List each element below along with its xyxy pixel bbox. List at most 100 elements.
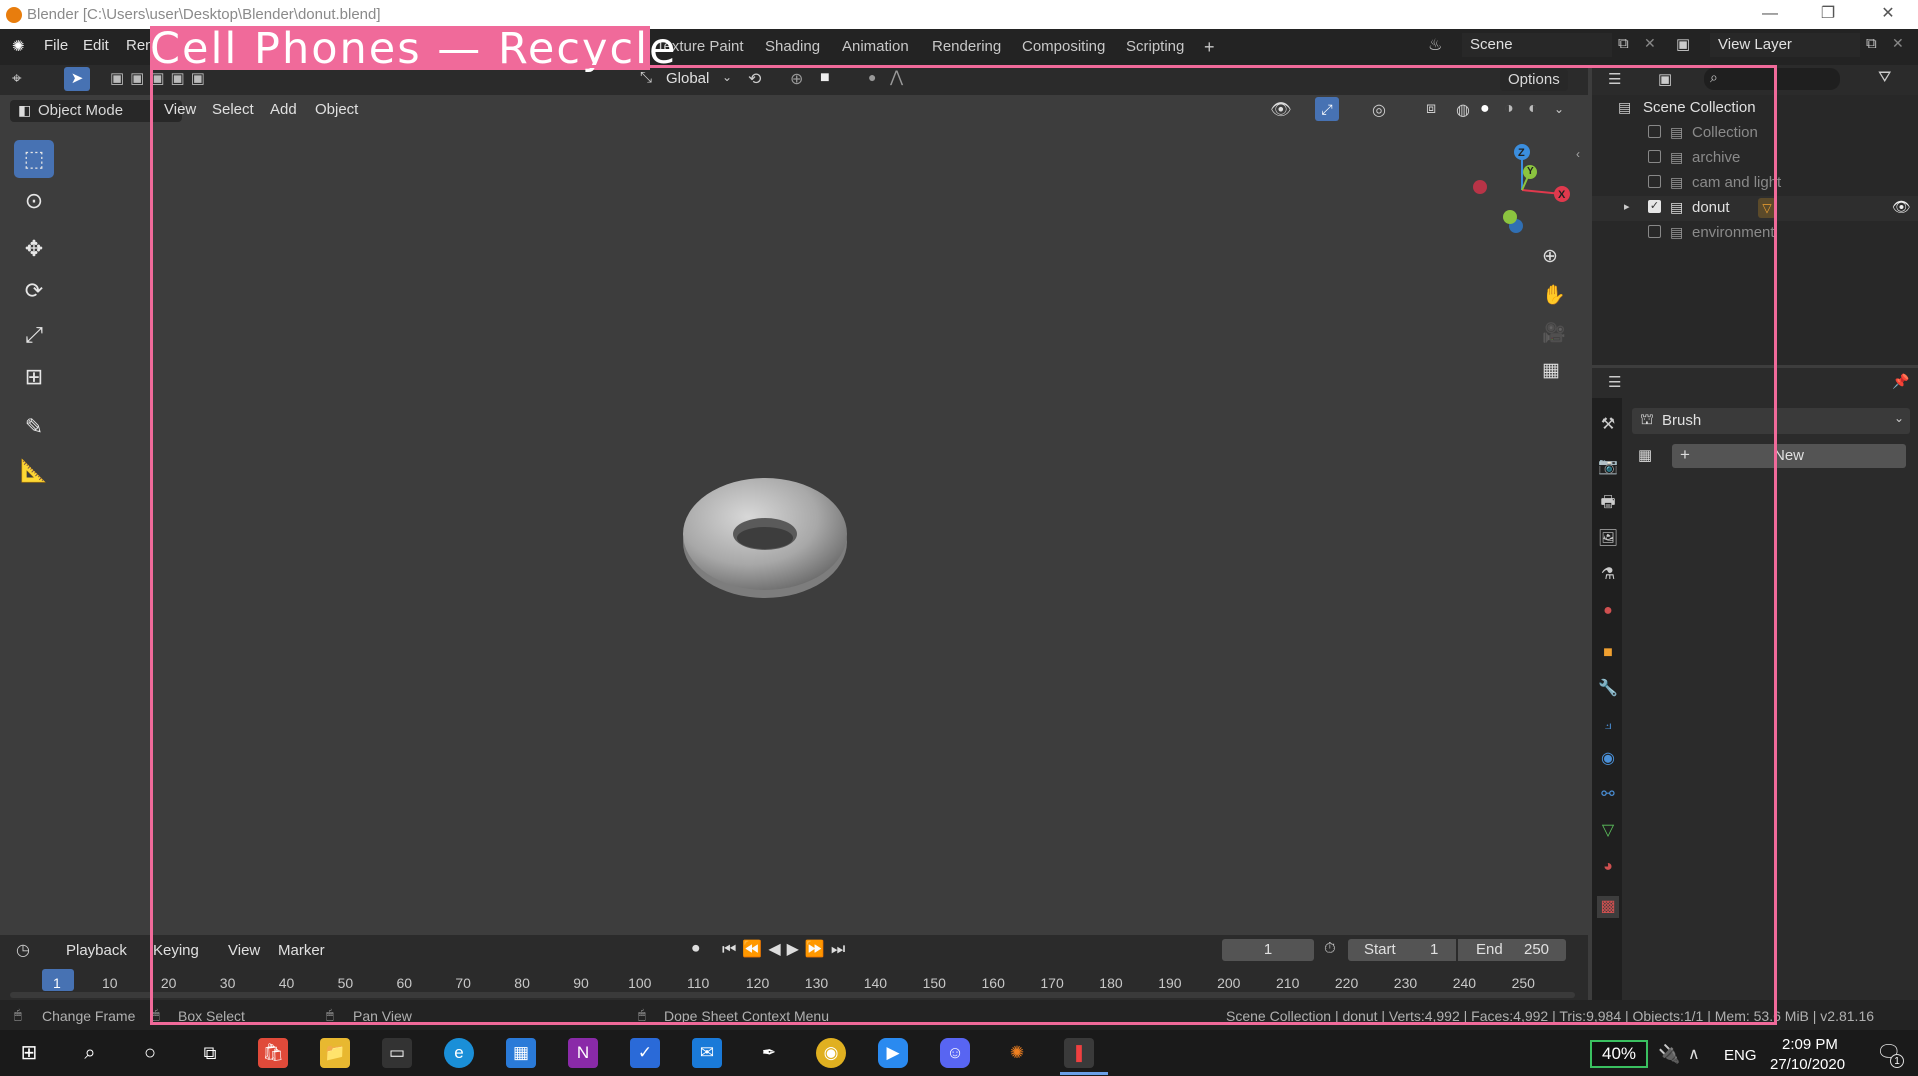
todo-icon[interactable]: ✓ — [630, 1038, 660, 1068]
select-tweak-icon[interactable]: ➤ — [64, 67, 90, 91]
perspective-toggle-icon[interactable]: ▦ — [1542, 359, 1560, 382]
outliner-search-input[interactable] — [1704, 68, 1840, 90]
pan-hand-icon[interactable]: ✋ — [1542, 283, 1566, 307]
falloff-icon[interactable]: ⋀ — [890, 67, 903, 87]
outliner-item-cam-and-light[interactable]: ▤ cam and light — [1592, 171, 1918, 196]
windows-start-icon[interactable]: ⊞ — [14, 1038, 44, 1068]
cursor-tool[interactable]: ⊙ — [14, 182, 54, 220]
gizmo-toggle-icon[interactable]: ⤢ — [1315, 97, 1339, 121]
clock-time[interactable]: 2:09 PM — [1782, 1036, 1838, 1053]
menu-edit[interactable]: Edit — [83, 37, 109, 54]
object-tab-icon[interactable]: ■ — [1597, 642, 1619, 664]
minimize-button[interactable]: — — [1748, 2, 1792, 26]
language-indicator[interactable]: ENG — [1724, 1047, 1757, 1064]
new-texture-button[interactable]: New — [1672, 444, 1906, 468]
rotate-tool[interactable]: ⟳ — [14, 272, 54, 310]
start-frame-field[interactable]: Start 1 — [1348, 939, 1456, 961]
outliner-editor-type-icon[interactable]: ☰ — [1608, 70, 1621, 88]
end-frame-field[interactable]: End 250 — [1458, 939, 1566, 961]
blender-taskbar-icon[interactable]: ✺ — [1002, 1038, 1032, 1068]
xray-toggle-icon[interactable]: ⧈ — [1426, 100, 1436, 118]
menu-file[interactable]: File — [44, 37, 68, 54]
exclude-checkbox[interactable] — [1648, 175, 1661, 188]
tab-compositing[interactable]: Compositing — [1016, 35, 1111, 59]
visibility-icon[interactable]: 👁 — [1270, 100, 1292, 120]
annotate-tool[interactable]: ✎ — [14, 408, 54, 446]
menu-playback[interactable]: Playback — [66, 942, 127, 959]
file-explorer-icon[interactable]: 📁 — [320, 1038, 350, 1068]
calendar-icon[interactable]: ▦ — [506, 1038, 536, 1068]
world-tab-icon[interactable]: ● — [1597, 600, 1619, 622]
render-tab-icon[interactable]: 📷 — [1597, 456, 1619, 478]
timeline-editor-type-icon[interactable]: ◷ — [16, 940, 30, 960]
close-button[interactable]: ✕ — [1866, 2, 1910, 26]
scale-tool[interactable]: ⤢ — [14, 316, 54, 354]
output-tab-icon[interactable]: 🖶 — [1597, 492, 1619, 514]
snap-icon[interactable]: ⊕ — [790, 69, 803, 89]
view-layer-field[interactable]: View Layer — [1710, 33, 1860, 57]
3d-viewport[interactable]: X Z Y ⊕ ✋ 🎥 ▦ ‹ — [0, 127, 1588, 930]
physics-tab-icon[interactable]: ◉ — [1597, 748, 1619, 770]
material-tab-icon[interactable]: ◕ — [1597, 856, 1619, 878]
material-shading-icon[interactable]: ◑ — [1504, 100, 1514, 118]
brush-selector[interactable]: ⛫ Brush ⌄ — [1632, 408, 1910, 434]
menu-add[interactable]: Add — [270, 101, 297, 118]
search-icon[interactable]: ⌕ — [75, 1038, 105, 1068]
data-tab-icon[interactable]: ▽ — [1597, 820, 1619, 842]
outliner-scene-collection[interactable]: ▤ Scene Collection — [1592, 96, 1918, 121]
store-icon[interactable]: 🛍 — [258, 1038, 288, 1068]
tool-tab-icon[interactable]: ⚒ — [1597, 414, 1619, 436]
edge-browser-icon[interactable]: e — [444, 1038, 474, 1068]
inkscape-icon[interactable]: ✒ — [754, 1038, 784, 1068]
outliner-item-collection[interactable]: ▤ Collection — [1592, 121, 1918, 146]
scene-selector-icon[interactable]: ♨ — [1428, 35, 1442, 55]
rendered-shading-icon[interactable]: ◐ — [1528, 100, 1538, 118]
timeline-scrollbar[interactable] — [10, 992, 1575, 998]
new-view-layer-icon[interactable]: ⧉ — [1866, 35, 1877, 52]
sidebar-collapse-icon[interactable]: ‹ — [1576, 147, 1580, 161]
menu-select[interactable]: Select — [212, 101, 254, 118]
particles-tab-icon[interactable]: ⟓ — [1597, 714, 1619, 736]
exclude-checkbox[interactable] — [1648, 150, 1661, 163]
wireframe-shading-icon[interactable]: ◍ — [1456, 100, 1470, 120]
tab-rendering[interactable]: Rendering — [926, 35, 1007, 59]
add-workspace-button[interactable]: + — [1198, 35, 1221, 59]
current-frame-field[interactable]: 1 — [1222, 939, 1314, 961]
filter-icon[interactable]: ⛛ — [1878, 69, 1891, 87]
modifier-tab-icon[interactable]: 🔧 — [1597, 678, 1619, 700]
constraints-tab-icon[interactable]: ⚯ — [1597, 784, 1619, 806]
scene-tab-icon[interactable]: ⚗ — [1597, 564, 1619, 586]
delete-view-layer-icon[interactable]: ✕ — [1892, 35, 1904, 52]
menu-keying[interactable]: Keying — [153, 942, 199, 959]
playback-controls[interactable]: ⏮⏪◀▶⏩⏭ — [722, 939, 851, 959]
menu-view[interactable]: View — [164, 101, 196, 118]
select-box-tool[interactable]: ⬚ — [14, 140, 54, 178]
menu-object[interactable]: Object — [315, 101, 358, 118]
eye-visibility-icon[interactable]: 👁 — [1892, 198, 1911, 216]
task-view-icon[interactable]: ⧉ — [195, 1038, 225, 1068]
donut-object[interactable] — [680, 472, 850, 602]
move-tool[interactable]: ✥ — [14, 230, 54, 268]
tab-scripting[interactable]: Scripting — [1120, 35, 1190, 59]
zoom-app-icon[interactable]: ▶ — [878, 1038, 908, 1068]
zoom-icon[interactable]: ⊕ — [1542, 245, 1558, 268]
overlay-toggle-icon[interactable]: ◎ — [1372, 100, 1386, 120]
camera-view-icon[interactable]: 🎥 — [1542, 321, 1566, 345]
discord-icon[interactable]: ☺ — [940, 1038, 970, 1068]
tray-chevron-up-icon[interactable]: ∧ — [1688, 1044, 1700, 1064]
restore-button[interactable]: ❐ — [1806, 2, 1850, 26]
editor-type-icon[interactable]: ⌖ — [12, 69, 22, 89]
mail-icon[interactable]: ✉ — [692, 1038, 722, 1068]
battery-indicator[interactable]: 40% — [1590, 1040, 1648, 1068]
outliner-item-archive[interactable]: ▤ archive — [1592, 146, 1918, 171]
texture-browse-icon[interactable]: ▦ — [1638, 446, 1652, 464]
proportional-edit-icon[interactable]: ● — [868, 69, 876, 85]
cortana-icon[interactable]: ○ — [135, 1038, 165, 1068]
exclude-checkbox[interactable] — [1648, 225, 1661, 238]
menu-marker[interactable]: Marker — [278, 942, 325, 959]
chrome-icon[interactable]: ◉ — [816, 1038, 846, 1068]
view-layer-tab-icon[interactable]: 🖼 — [1597, 528, 1619, 550]
menu-timeline-view[interactable]: View — [228, 942, 260, 959]
outliner-item-environment[interactable]: ▤ environment — [1592, 221, 1918, 246]
mode-select[interactable]: Object Mode — [10, 100, 182, 122]
